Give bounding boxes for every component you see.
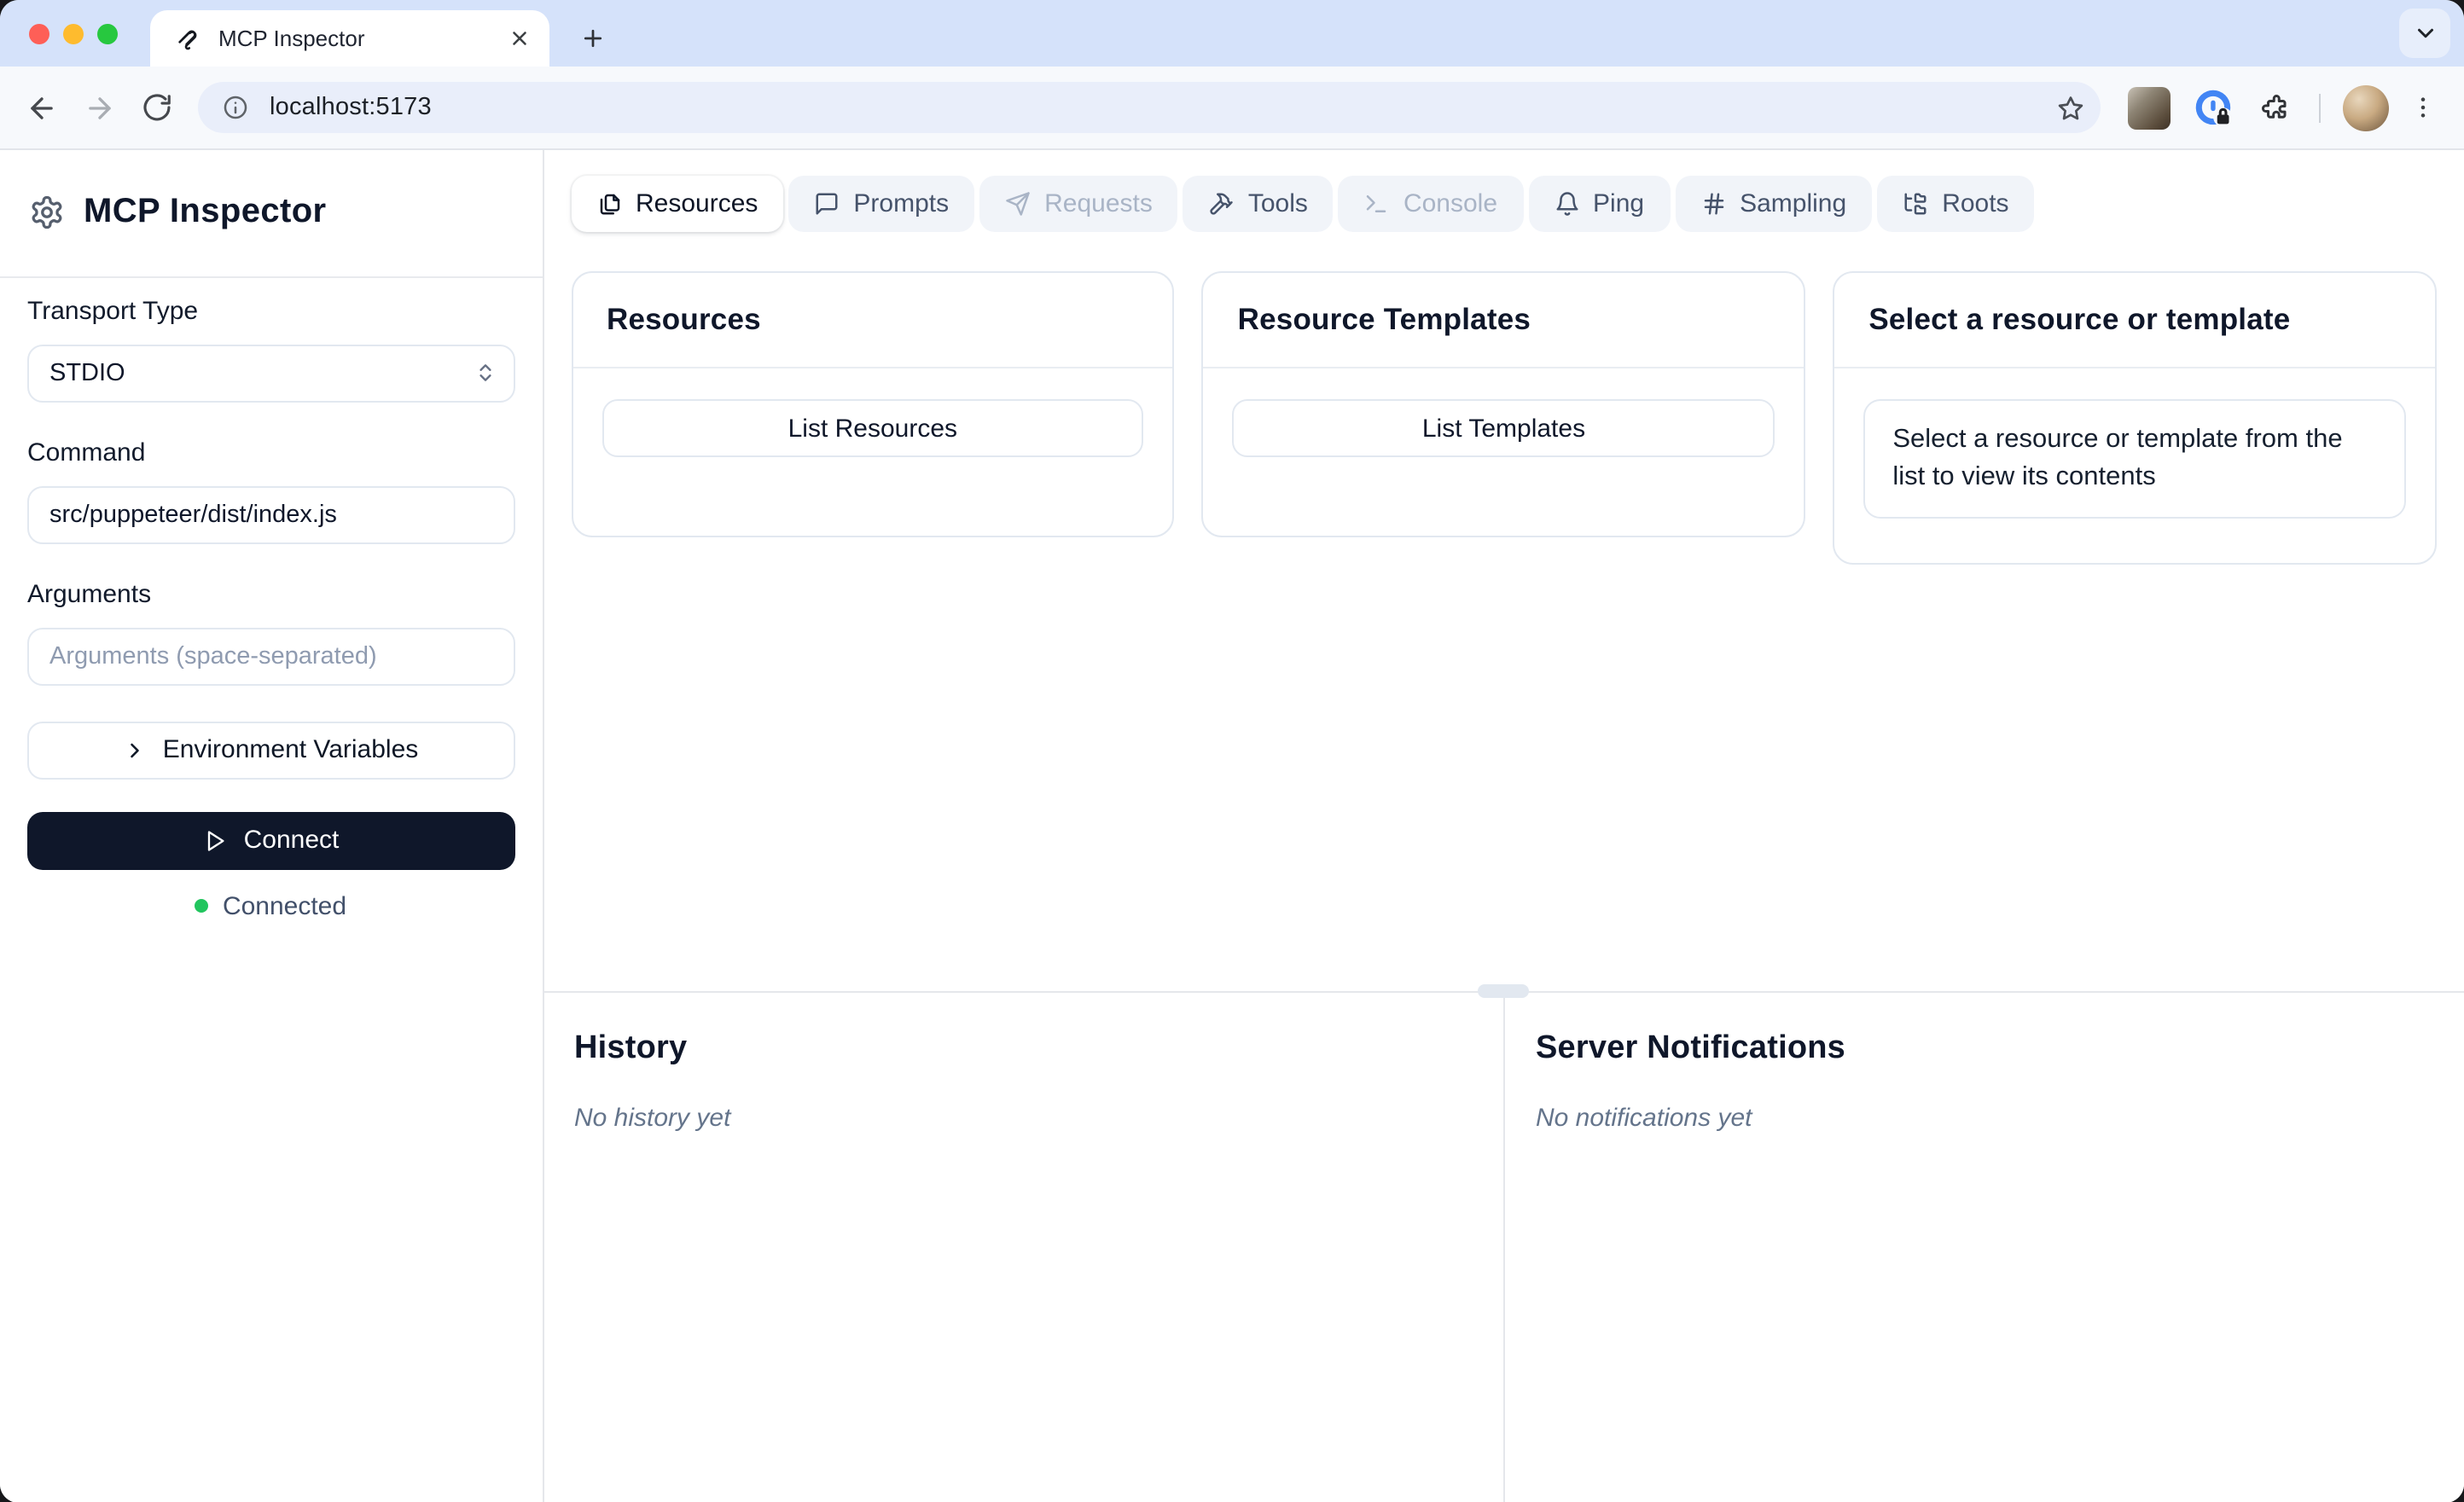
server-notifications-section: Server Notifications No notifications ye… <box>1503 993 2464 1502</box>
transport-type-value: STDIO <box>49 359 125 386</box>
back-button[interactable] <box>14 80 68 135</box>
resource-preview-panel-title: Select a resource or template <box>1868 302 2291 336</box>
terminal-icon <box>1364 191 1390 217</box>
toolbar-divider <box>2319 93 2321 122</box>
resources-panel-title: Resources <box>607 302 761 336</box>
history-section: History No history yet <box>543 993 1503 1502</box>
resource-preview-panel: Select a resource or template Select a r… <box>1833 271 2437 565</box>
server-notifications-title: Server Notifications <box>1536 1030 1845 1066</box>
tab-search-button[interactable] <box>2399 9 2450 58</box>
tab-prompts[interactable]: Prompts <box>788 176 975 232</box>
forward-button[interactable] <box>72 80 126 135</box>
tab-close-icon[interactable] <box>502 21 536 55</box>
bell-icon <box>1554 191 1579 217</box>
site-info-icon[interactable] <box>217 89 254 126</box>
folder-tree-icon <box>1903 191 1928 217</box>
files-icon <box>596 191 622 217</box>
profile-avatar[interactable] <box>2343 84 2389 130</box>
browser-window: MCP Inspector localhost:5173 MCP Inspect… <box>0 0 2464 1502</box>
resource-preview-placeholder: Select a resource or template from the l… <box>1863 399 2406 519</box>
resize-handle[interactable] <box>1478 984 1529 998</box>
play-icon <box>203 828 227 852</box>
tab-resources[interactable]: Resources <box>571 176 784 232</box>
arguments-label: Arguments <box>27 579 152 608</box>
message-square-icon <box>814 191 840 217</box>
browser-tab[interactable]: MCP Inspector <box>150 10 549 67</box>
resource-templates-panel-header: Resource Templates <box>1203 273 1804 368</box>
environment-variables-button[interactable]: Environment Variables <box>27 721 514 779</box>
tab-tools[interactable]: Tools <box>1183 176 1334 232</box>
bookmark-star-icon[interactable] <box>2049 87 2090 128</box>
resources-panel-body: List Resources <box>572 368 1173 536</box>
status-dot-icon <box>195 899 209 913</box>
password-manager-extension-icon[interactable] <box>2189 84 2237 131</box>
window-minimize-button[interactable] <box>63 24 84 44</box>
extensions-puzzle-icon[interactable] <box>2251 84 2298 131</box>
traffic-lights <box>29 24 118 44</box>
mcp-inspector-app: MCP Inspector Transport Type STDIO Comma… <box>0 150 2464 1502</box>
connect-button[interactable]: Connect <box>27 811 514 869</box>
resources-panel: Resources List Resources <box>571 271 1175 537</box>
panels-row: Resources List Resources Resource Templa… <box>543 232 2464 565</box>
arguments-input[interactable] <box>27 627 514 685</box>
command-input[interactable] <box>27 485 514 543</box>
resource-templates-panel: Resource Templates List Templates <box>1201 271 1806 537</box>
transport-type-label: Transport Type <box>27 296 199 325</box>
address-bar[interactable]: localhost:5173 <box>198 82 2101 133</box>
resource-preview-panel-header: Select a resource or template <box>1834 273 2435 368</box>
new-tab-button[interactable] <box>570 15 614 60</box>
reload-button[interactable] <box>130 80 184 135</box>
hash-icon <box>1700 191 1726 217</box>
send-icon <box>1005 191 1031 217</box>
command-label: Command <box>27 438 146 467</box>
notifications-empty-text: No notifications yet <box>1536 1104 1752 1133</box>
main-content: Resources Prompts Requests Tools Console… <box>543 150 2464 1502</box>
url-text: localhost:5173 <box>270 94 432 121</box>
resource-templates-panel-title: Resource Templates <box>1237 302 1531 336</box>
browser-tabstrip: MCP Inspector <box>0 0 2464 67</box>
bottom-split: History No history yet Server Notificati… <box>543 984 2464 1502</box>
tab-requests[interactable]: Requests <box>979 176 1178 232</box>
list-resources-button[interactable]: List Resources <box>601 399 1144 457</box>
window-close-button[interactable] <box>29 24 49 44</box>
list-templates-button[interactable]: List Templates <box>1232 399 1775 457</box>
tab-sampling[interactable]: Sampling <box>1675 176 1873 232</box>
browser-menu-kebab-icon[interactable] <box>2399 84 2447 131</box>
sidebar: MCP Inspector Transport Type STDIO Comma… <box>0 150 543 1502</box>
sidebar-header: MCP Inspector <box>0 150 542 277</box>
gear-icon <box>29 195 65 231</box>
resources-panel-header: Resources <box>572 273 1173 368</box>
tab-ping[interactable]: Ping <box>1528 176 1671 232</box>
browser-toolbar: localhost:5173 <box>0 67 2464 150</box>
tab-title: MCP Inspector <box>218 26 365 51</box>
resource-templates-panel-body: List Templates <box>1204 368 1804 536</box>
history-empty-text: No history yet <box>574 1104 731 1133</box>
transport-type-select[interactable]: STDIO <box>27 344 514 402</box>
status-label: Connected <box>222 891 347 920</box>
connection-status: Connected <box>27 891 514 920</box>
chevron-right-icon <box>124 738 148 762</box>
tab-bar: Resources Prompts Requests Tools Console… <box>571 176 2035 232</box>
tab-roots[interactable]: Roots <box>1877 176 2035 232</box>
window-zoom-button[interactable] <box>97 24 118 44</box>
chevrons-up-down-icon <box>474 362 496 384</box>
mcp-logo-favicon-icon <box>176 25 203 52</box>
tab-console[interactable]: Console <box>1338 176 1524 232</box>
hammer-icon <box>1209 191 1235 217</box>
connection-form: Transport Type STDIO Command Arguments <box>0 277 542 920</box>
app-title: MCP Inspector <box>84 193 327 231</box>
resource-preview-panel-body: Select a resource or template from the l… <box>1834 368 2435 563</box>
extension-avatar-icon[interactable] <box>2128 86 2171 129</box>
history-title: History <box>574 1030 688 1066</box>
